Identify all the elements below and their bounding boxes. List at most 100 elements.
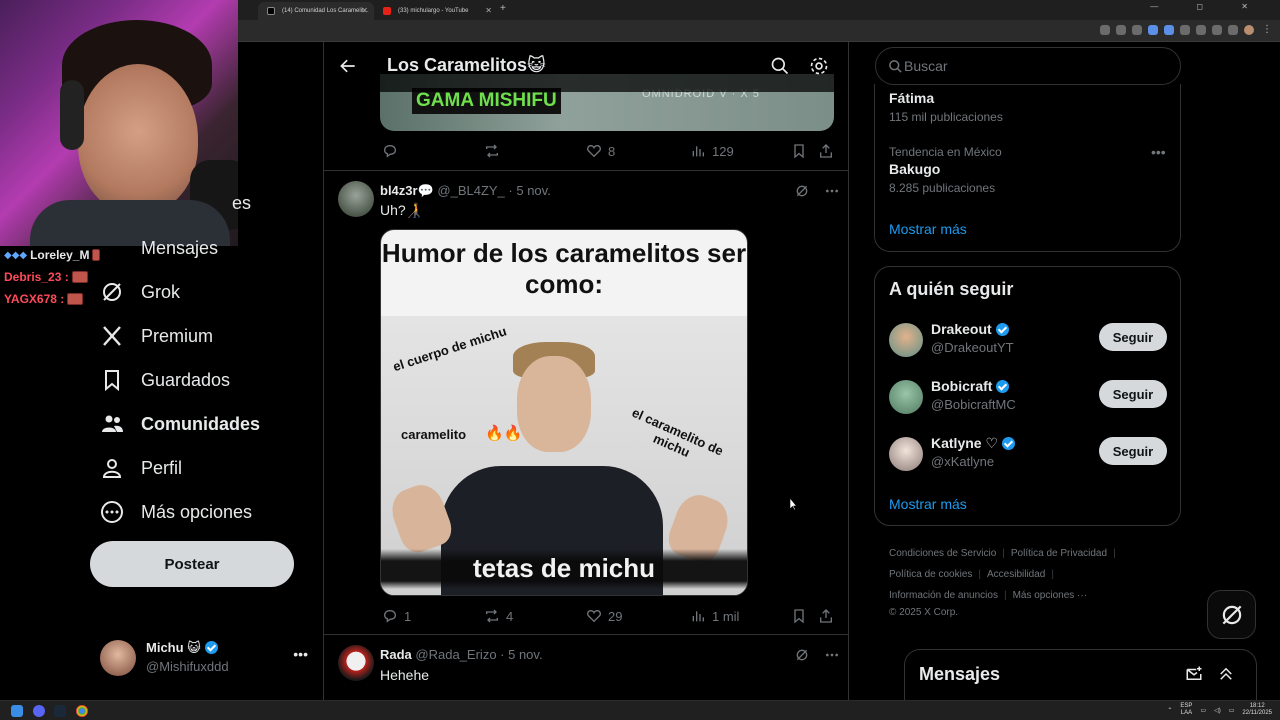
views-button[interactable]: 129 bbox=[690, 143, 734, 159]
grok-floating-button[interactable] bbox=[1207, 590, 1256, 639]
follow-suggestion[interactable]: Drakeout @DrakeoutYT Seguir bbox=[889, 319, 1169, 363]
footer-link[interactable]: Información de anuncios bbox=[889, 590, 998, 601]
chevron-up-double-icon[interactable] bbox=[1217, 665, 1235, 683]
chevron-up-icon[interactable]: ⌃ bbox=[1167, 707, 1172, 714]
extension-icon[interactable] bbox=[1164, 25, 1174, 35]
volume-icon[interactable]: ◁) bbox=[1214, 707, 1221, 714]
repost-button[interactable] bbox=[484, 143, 500, 159]
sidebar-item-premium[interactable]: Premium bbox=[100, 314, 213, 358]
back-arrow-icon[interactable] bbox=[338, 56, 358, 76]
sidebar-item-grok[interactable]: Grok bbox=[100, 270, 180, 314]
copyright: © 2025 X Corp. bbox=[889, 607, 959, 618]
sidebar-item-profile[interactable]: Perfil bbox=[100, 446, 182, 490]
windows-start-icon[interactable] bbox=[11, 705, 23, 717]
extension-icon[interactable] bbox=[1148, 25, 1158, 35]
extension-icon[interactable] bbox=[1196, 25, 1206, 35]
chat-line: YAGX678 : bbox=[0, 288, 100, 310]
language-indicator[interactable]: ESP LAA bbox=[1180, 703, 1192, 717]
gear-icon[interactable] bbox=[809, 56, 829, 76]
sidebar-item-label: Guardados bbox=[141, 369, 231, 390]
views-button[interactable]: 1 mil bbox=[690, 608, 739, 624]
battery-icon[interactable]: ▭ bbox=[1229, 707, 1235, 714]
sidebar-item-communities[interactable]: Comunidades bbox=[100, 402, 260, 446]
more-dots-icon[interactable]: ••• bbox=[1151, 144, 1166, 160]
clock-date: 22/11/2025 bbox=[1242, 710, 1272, 716]
search-bar[interactable] bbox=[875, 47, 1181, 85]
reply-button[interactable]: 1 bbox=[382, 608, 411, 624]
stream-chat: ◆◆◆ Loreley_M Debris_23 : YAGX678 : bbox=[0, 244, 100, 310]
grok-icon[interactable] bbox=[794, 647, 810, 663]
account-switcher[interactable]: Michu 😺 @Mishifuxddd ••• bbox=[100, 638, 308, 678]
share-icon bbox=[820, 144, 832, 158]
zoom-icon[interactable] bbox=[1116, 25, 1126, 35]
close-tab-icon[interactable]: ✕ bbox=[361, 6, 368, 15]
steam-icon[interactable] bbox=[54, 705, 66, 717]
show-more-link[interactable]: Mostrar más bbox=[889, 221, 967, 237]
avatar[interactable] bbox=[338, 181, 374, 217]
share-button[interactable] bbox=[818, 143, 834, 159]
tweet-handle[interactable]: @Rada_Erizo bbox=[415, 647, 496, 662]
cast-icon[interactable] bbox=[1100, 25, 1110, 35]
discord-icon[interactable] bbox=[33, 705, 45, 717]
like-button[interactable]: 29 bbox=[586, 608, 622, 624]
person-icon bbox=[102, 459, 122, 478]
extension-icon[interactable] bbox=[1180, 25, 1190, 35]
follow-suggestion[interactable]: Katlyne ♡ @xKatlyne Seguir bbox=[889, 433, 1169, 477]
follow-suggestion[interactable]: Bobicraft @BobicraftMC Seguir bbox=[889, 376, 1169, 420]
footer-link[interactable]: Accesibilidad bbox=[987, 569, 1045, 580]
search-input[interactable] bbox=[904, 56, 1164, 76]
star-icon[interactable] bbox=[1132, 25, 1142, 35]
sidebar-item-more-options[interactable]: Más opciones bbox=[100, 490, 252, 534]
repost-button[interactable]: 4 bbox=[484, 608, 513, 624]
footer-link[interactable]: Más opciones ··· bbox=[1013, 590, 1087, 601]
trend-name[interactable]: Bakugo bbox=[889, 161, 940, 177]
x-favicon-icon bbox=[267, 7, 275, 15]
sidebar-item-bookmarks[interactable]: Guardados bbox=[100, 358, 230, 402]
tweet-date[interactable]: · 5 nov. bbox=[508, 183, 550, 198]
new-tab-icon[interactable]: + bbox=[500, 3, 506, 14]
tweet-text: Hehehe bbox=[380, 667, 430, 683]
sidebar-item-partial-label[interactable]: es bbox=[232, 193, 251, 214]
follow-button[interactable]: Seguir bbox=[1099, 323, 1167, 351]
meme-caption: tetas de michu bbox=[381, 549, 747, 589]
sidebar-item-messages[interactable]: Mensajes bbox=[141, 238, 218, 259]
footer-link[interactable]: Condiciones de Servicio bbox=[889, 548, 996, 559]
search-icon[interactable] bbox=[770, 56, 790, 76]
tweet-author[interactable]: Rada bbox=[380, 647, 412, 662]
trend-name[interactable]: Fátima bbox=[889, 90, 934, 106]
browser-menu-icon[interactable]: ⋮ bbox=[1262, 24, 1272, 35]
more-dots-icon[interactable]: ••• bbox=[293, 646, 308, 662]
footer-link[interactable]: Política de Privacidad bbox=[1011, 548, 1107, 559]
tweet-author[interactable]: bl4z3r💬 bbox=[380, 183, 434, 198]
chrome-icon[interactable] bbox=[76, 705, 88, 717]
close-tab-icon[interactable]: ✕ bbox=[485, 6, 492, 15]
sidebar-item-label: Perfil bbox=[141, 457, 183, 478]
follow-button[interactable]: Seguir bbox=[1099, 380, 1167, 408]
more-dots-icon[interactable] bbox=[824, 647, 840, 663]
footer-link[interactable]: Política de cookies bbox=[889, 569, 972, 580]
post-button[interactable]: Postear bbox=[90, 541, 294, 587]
profile-avatar-icon[interactable] bbox=[1244, 25, 1254, 35]
browser-tab-youtube[interactable]: (33) michulargo - YouTube ✕ bbox=[374, 2, 498, 20]
like-button[interactable]: 8 bbox=[586, 143, 615, 159]
tweet-date[interactable]: · 5 nov. bbox=[500, 647, 542, 662]
downloads-icon[interactable] bbox=[1228, 25, 1238, 35]
avatar[interactable] bbox=[338, 645, 374, 681]
follow-button[interactable]: Seguir bbox=[1099, 437, 1167, 465]
clock[interactable]: 18:12 22/11/2025 bbox=[1242, 703, 1272, 717]
more-dots-icon[interactable] bbox=[824, 183, 840, 199]
network-icon[interactable]: ▭ bbox=[1200, 707, 1206, 714]
reply-button[interactable] bbox=[382, 143, 398, 159]
share-button[interactable] bbox=[818, 608, 834, 624]
grok-icon[interactable] bbox=[794, 183, 810, 199]
new-message-icon[interactable] bbox=[1185, 665, 1203, 683]
browser-tab-x[interactable]: (14) Comunidad Los Caramelit... ✕ bbox=[258, 2, 374, 20]
tab-label: (14) Comunidad Los Caramelit... bbox=[282, 8, 369, 14]
post-media-meme[interactable]: Humor de los caramelitos ser como: el cu… bbox=[380, 229, 748, 596]
tweet-handle[interactable]: @_BL4ZY_ bbox=[437, 183, 504, 198]
puzzle-icon[interactable] bbox=[1212, 25, 1222, 35]
show-more-link[interactable]: Mostrar más bbox=[889, 496, 967, 512]
window-controls[interactable]: — ◻ ✕ bbox=[1150, 2, 1266, 11]
bookmark-button[interactable] bbox=[791, 608, 807, 624]
bookmark-button[interactable] bbox=[791, 143, 807, 159]
